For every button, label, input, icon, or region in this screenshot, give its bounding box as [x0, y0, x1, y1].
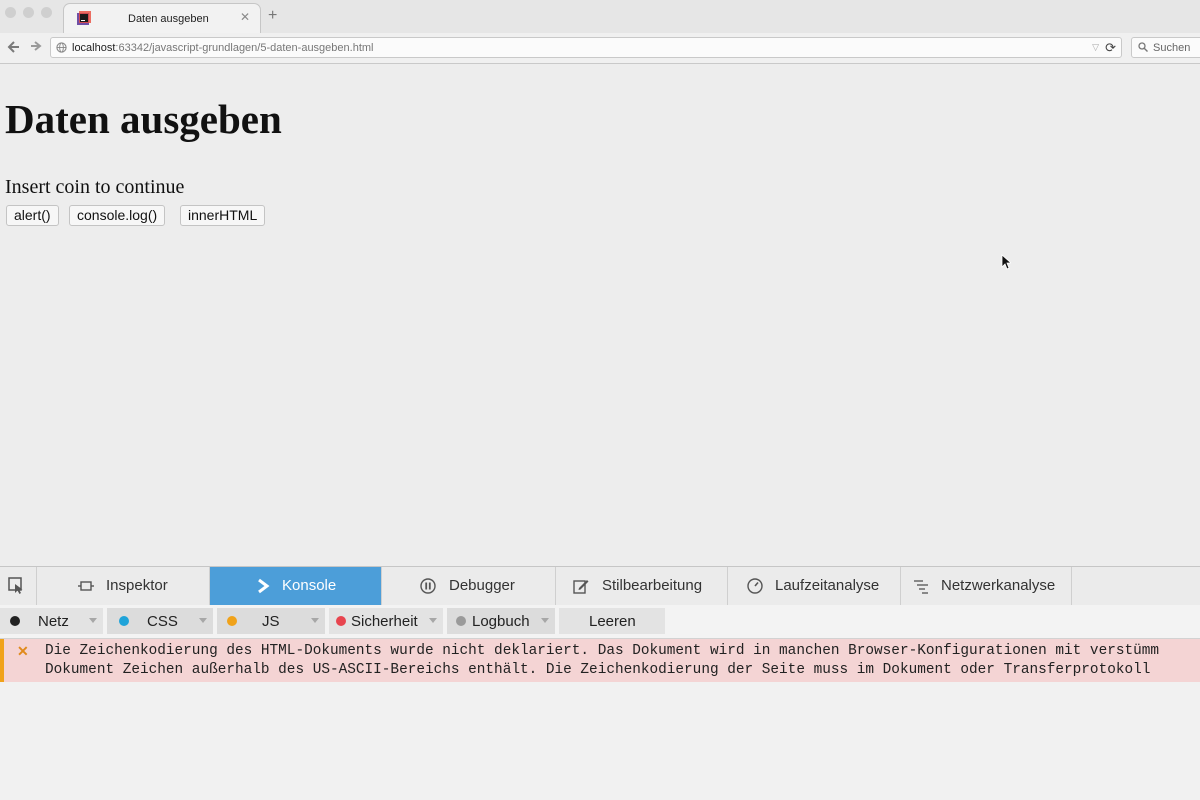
console-icon — [258, 578, 270, 594]
filter-sicherheit-button[interactable]: Sicherheit — [329, 608, 443, 634]
style-editor-icon — [573, 580, 589, 594]
filter-logbuch-button[interactable]: Logbuch — [447, 608, 555, 634]
element-picker-button[interactable] — [0, 567, 37, 605]
element-picker-icon — [8, 577, 23, 594]
filter-js-button[interactable]: JS — [217, 608, 325, 634]
innerhtml-button[interactable]: innerHTML — [180, 205, 266, 226]
warning-icon: ✕ — [17, 643, 29, 659]
alert-button[interactable]: alert() — [6, 205, 59, 226]
tab-stilbearbeitung[interactable]: Stilbearbeitung — [556, 567, 728, 605]
window-close-button[interactable] — [5, 7, 16, 18]
logbuch-dot-icon — [456, 616, 466, 626]
filter-netz-button[interactable]: Netz — [0, 608, 103, 634]
tab-label: Laufzeitanalyse — [775, 577, 880, 594]
tab-laufzeitanalyse[interactable]: Laufzeitanalyse — [728, 567, 901, 605]
mouse-pointer-icon — [1001, 254, 1011, 270]
filter-label: Logbuch — [472, 613, 530, 630]
console-log-button[interactable]: console.log() — [69, 205, 166, 226]
url-text: localhost:63342/javascript-grundlagen/5-… — [72, 42, 374, 54]
tab-close-icon[interactable]: ✕ — [240, 11, 250, 23]
netz-dot-icon — [10, 616, 20, 626]
tab-inspektor[interactable]: Inspektor — [37, 567, 210, 605]
url-history-dropdown-icon[interactable]: ▽ — [1092, 42, 1099, 53]
message-text-line-1: Die Zeichenkodierung des HTML-Dokuments … — [45, 643, 1160, 659]
globe-icon — [56, 42, 67, 53]
chevron-down-icon[interactable] — [541, 618, 549, 623]
new-tab-button[interactable]: + — [268, 8, 277, 24]
filter-label: JS — [262, 613, 280, 630]
js-dot-icon — [227, 616, 237, 626]
search-placeholder: Suchen — [1153, 42, 1191, 54]
debugger-icon — [420, 578, 436, 594]
chevron-down-icon[interactable] — [199, 618, 207, 623]
chevron-down-icon[interactable] — [311, 618, 319, 623]
tab-netzwerkanalyse[interactable]: Netzwerkanalyse — [901, 567, 1072, 605]
sicherheit-dot-icon — [336, 616, 346, 626]
console-output-area[interactable] — [0, 682, 1200, 800]
inspector-icon — [78, 581, 94, 591]
back-arrow-icon — [7, 41, 19, 53]
message-text-line-2: Dokument Zeichen außerhalb des US-ASCII-… — [45, 662, 1151, 678]
reload-icon[interactable]: ⟳ — [1105, 40, 1116, 56]
chevron-down-icon[interactable] — [429, 618, 437, 623]
tab-label: Inspektor — [106, 577, 168, 594]
filter-label: Sicherheit — [351, 613, 418, 630]
tab-label: Netzwerkanalyse — [941, 577, 1056, 594]
filter-label: CSS — [147, 613, 178, 630]
window-zoom-button[interactable] — [41, 7, 52, 18]
clear-label: Leeren — [589, 613, 636, 630]
phpstorm-favicon-icon — [77, 11, 91, 25]
tab-label: Debugger — [449, 577, 515, 594]
tab-label: Stilbearbeitung — [602, 577, 703, 594]
forward-arrow-icon — [31, 41, 42, 51]
page-paragraph: Insert coin to continue — [5, 176, 185, 198]
chevron-down-icon[interactable] — [89, 618, 97, 623]
page-heading: Daten ausgeben — [5, 96, 282, 142]
filter-css-button[interactable]: CSS — [107, 608, 213, 634]
browser-tab[interactable]: Daten ausgeben ✕ — [63, 3, 261, 33]
network-icon — [914, 580, 928, 594]
css-dot-icon — [119, 616, 129, 626]
url-bar[interactable]: localhost:63342/javascript-grundlagen/5-… — [50, 37, 1122, 58]
window-minimize-button[interactable] — [23, 7, 34, 18]
tab-title: Daten ausgeben — [128, 13, 209, 25]
filter-label: Netz — [38, 613, 69, 630]
forward-button[interactable] — [30, 40, 42, 55]
console-filter-bar: Netz CSS JS Sicherheit Logbuch Leeren — [0, 605, 1200, 639]
search-icon — [1138, 42, 1148, 52]
back-button[interactable] — [6, 40, 20, 57]
tab-debugger[interactable]: Debugger — [382, 567, 556, 605]
tab-konsole[interactable]: Konsole — [210, 567, 382, 605]
clear-console-button[interactable]: Leeren — [559, 608, 665, 634]
devtools-tab-bar: Inspektor Konsole Debugger Stilbearbeitu… — [0, 566, 1200, 606]
browser-titlebar: Daten ausgeben ✕ + — [0, 0, 1200, 33]
console-warning-message[interactable]: ✕ Die Zeichenkodierung des HTML-Dokument… — [0, 639, 1200, 682]
performance-icon — [747, 578, 763, 594]
tab-label: Konsole — [282, 577, 337, 594]
browser-toolbar: localhost:63342/javascript-grundlagen/5-… — [0, 33, 1200, 64]
page-viewport: Daten ausgeben Insert coin to continue a… — [0, 64, 1200, 565]
search-box[interactable]: Suchen — [1131, 37, 1200, 58]
